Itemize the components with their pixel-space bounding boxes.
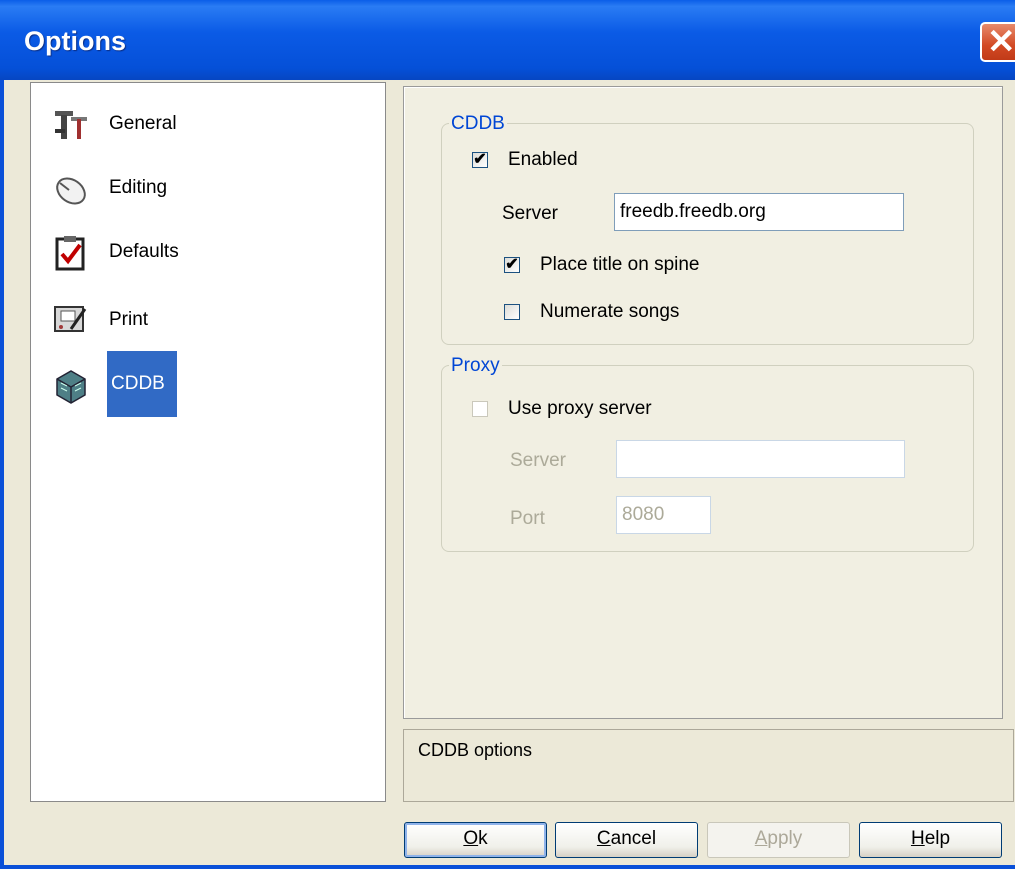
category-list: General Editing Defaults Print CDDB: [30, 82, 386, 802]
nav-label-general: General: [109, 113, 177, 134]
cancel-mnemonic: C: [596, 828, 611, 849]
apply-button[interactable]: Apply: [707, 822, 850, 858]
place-title-checkbox[interactable]: ✔: [504, 257, 520, 273]
window-frame-left: [0, 80, 4, 869]
numerate-songs-checkbox[interactable]: [504, 304, 520, 320]
description-panel: CDDB options: [403, 729, 1014, 802]
proxy-port-label: Port: [510, 508, 545, 529]
nav-label-print: Print: [109, 309, 149, 330]
nav-item-cddb[interactable]: CDDB: [51, 351, 371, 421]
nav-label-cddb: CDDB: [107, 351, 177, 417]
window-title: Options: [24, 26, 126, 56]
use-proxy-label: Use proxy server: [508, 398, 652, 419]
proxy-port-input[interactable]: 8080: [616, 496, 711, 534]
nav-item-defaults[interactable]: Defaults: [51, 225, 371, 285]
close-icon: ✕: [987, 23, 1015, 61]
options-dialog: Options ✕ General Editing Defaults Print…: [0, 0, 1015, 869]
nav-item-print[interactable]: Print: [51, 291, 371, 351]
proxy-group-title: Proxy: [449, 355, 502, 377]
cddb-server-input[interactable]: freedb.freedb.org: [614, 193, 904, 231]
ok-button[interactable]: Ok: [404, 822, 547, 858]
help-mnemonic: H: [910, 828, 925, 849]
disc-icon: [56, 370, 86, 404]
use-proxy-checkbox[interactable]: [472, 401, 488, 417]
tools-icon: [55, 111, 87, 139]
help-button[interactable]: Help: [859, 822, 1002, 858]
nav-label-editing: Editing: [109, 177, 168, 198]
cancel-button[interactable]: Cancel: [555, 822, 698, 858]
print-icon: [54, 306, 87, 332]
title-bar[interactable]: Options ✕: [0, 0, 1015, 80]
ok-mnemonic: O: [463, 828, 479, 849]
enabled-label: Enabled: [508, 149, 578, 170]
apply-mnemonic: A: [754, 828, 768, 849]
settings-panel: CDDB ✔ Enabled Server freedb.freedb.org …: [403, 86, 1003, 719]
cddb-group-title: CDDB: [449, 113, 507, 135]
ok-label: k: [478, 828, 488, 849]
close-button[interactable]: ✕: [980, 22, 1015, 62]
cddb-server-label: Server: [502, 203, 558, 224]
proxy-server-label: Server: [510, 450, 566, 471]
nav-item-general[interactable]: General: [51, 97, 371, 157]
checklist-icon: [55, 236, 85, 271]
help-label: elp: [924, 828, 951, 849]
enabled-checkbox[interactable]: ✔: [472, 152, 488, 168]
cancel-label: ancel: [610, 828, 657, 849]
apply-label: pply: [767, 828, 803, 849]
place-title-label: Place title on spine: [540, 254, 700, 275]
mouse-icon: [56, 177, 86, 205]
proxy-server-input[interactable]: [616, 440, 905, 478]
numerate-songs-label: Numerate songs: [540, 301, 680, 322]
nav-item-editing[interactable]: Editing: [51, 161, 371, 221]
window-frame-bottom: [0, 865, 1015, 869]
description-text: CDDB options: [418, 740, 533, 760]
nav-label-defaults: Defaults: [109, 241, 179, 262]
